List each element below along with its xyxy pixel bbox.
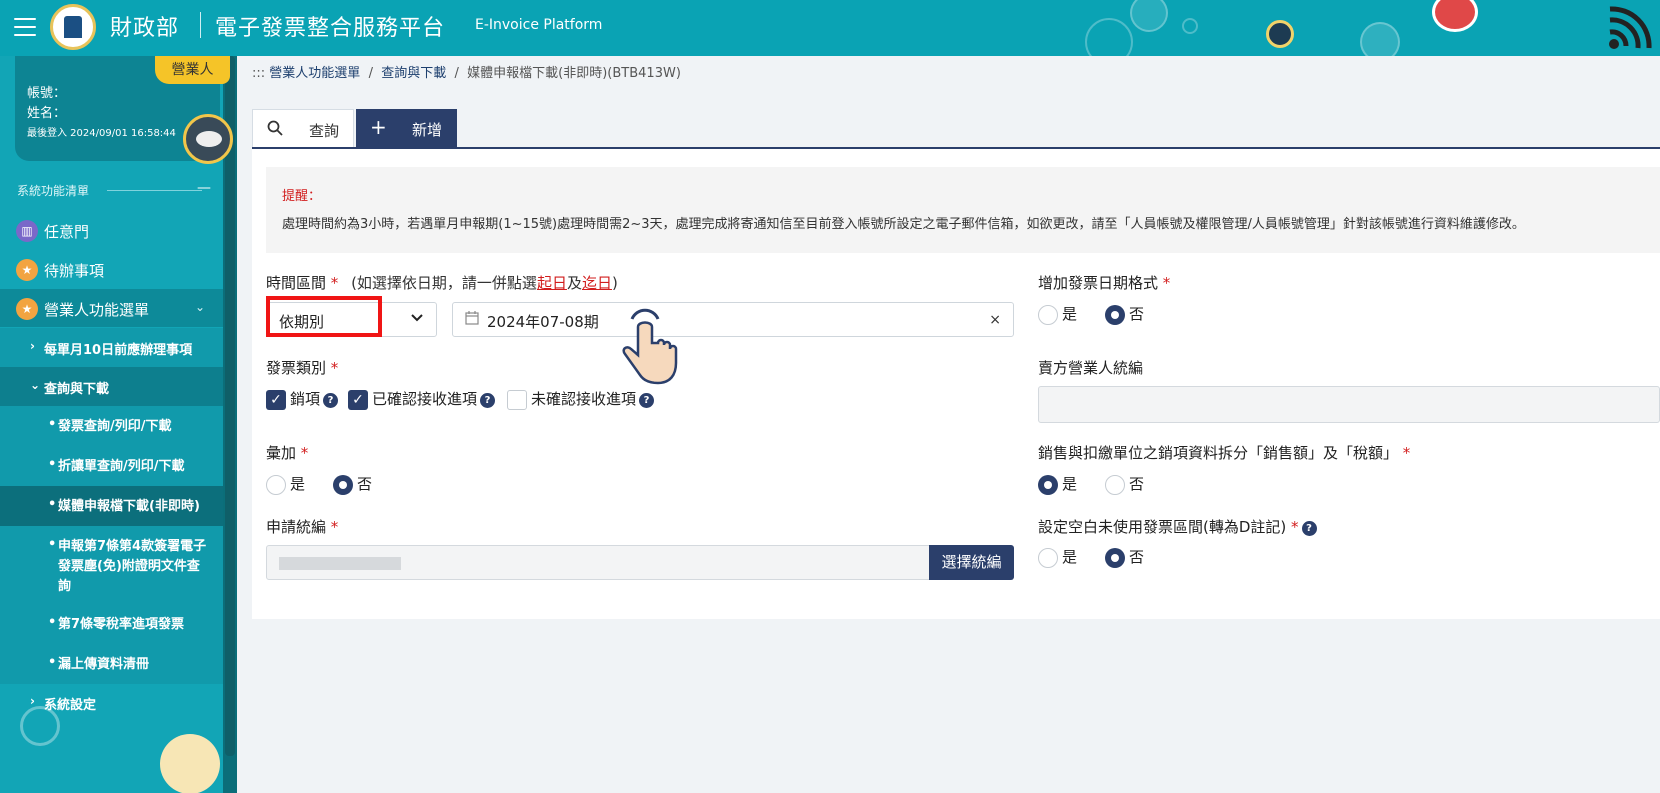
mascot-bottom [160, 734, 220, 793]
add-date-format-label: 增加發票日期格式 * [1038, 274, 1171, 292]
help-icon[interactable]: ? [480, 393, 496, 408]
sidebar-leaf-label: 漏上傳資料清冊 [58, 657, 150, 672]
tab-query[interactable]: 查詢 [252, 109, 354, 147]
org-name: 財政部 [110, 16, 180, 41]
chevron-right-icon: › [30, 339, 35, 353]
checkbox-unchecked-icon[interactable] [507, 390, 527, 410]
wifi-icon [1609, 6, 1652, 49]
sidebar-scrollbar[interactable] [223, 56, 237, 793]
top-header: 財政部 電子發票整合服務平台 E-Invoice Platform [0, 0, 1660, 56]
decor-circle [1130, 0, 1168, 32]
collapse-icon[interactable]: — [197, 180, 211, 196]
select-ban-button[interactable]: 選擇統編 [929, 545, 1014, 580]
decor-circle [1182, 18, 1198, 34]
chevron-down-icon: ⌄ [30, 378, 41, 392]
sidebar-item-portal[interactable]: ▥ 任意門 [0, 211, 223, 249]
user-card: 營業人 帳號： 姓名： 最後登入 2024/09/01 16:58:44 [15, 56, 233, 164]
chevron-down-icon [410, 311, 424, 329]
menu-section-label: 系統功能清單 — [17, 180, 212, 199]
seller-ban-label: 賣方營業人統編 [1038, 359, 1144, 377]
breadcrumb-level1[interactable]: 營業人功能選單 [269, 66, 360, 81]
sidebar-scroll-thumb[interactable] [225, 56, 235, 756]
clear-icon[interactable]: × [989, 312, 1001, 328]
account-label: 帳號： [27, 86, 67, 101]
masked-value [279, 557, 401, 570]
checkbox-checked-icon[interactable]: ✓ [348, 390, 368, 410]
notice-title: 提醒： [282, 189, 322, 204]
sidebar-leaf-label: 申報第7條第4款簽署電子發票塵(免)附證明文件查詢 [58, 539, 207, 594]
split-sales-label: 銷售與扣繳單位之銷項資料拆分「銷售額」及「稅額」 * [1038, 444, 1411, 462]
menu-section-text: 系統功能清單 [17, 184, 90, 198]
seller-ban-input[interactable] [1038, 386, 1660, 423]
checkbox-checked-icon[interactable]: ✓ [266, 390, 286, 410]
help-icon[interactable]: ? [639, 393, 655, 408]
sidebar-leaf-missing-upload[interactable]: • 漏上傳資料清冊 [0, 644, 223, 684]
end-date-link[interactable]: 迄日 [582, 274, 612, 292]
sidebar-leaf-label: 第7條零稅率進項發票 [58, 617, 185, 632]
decor-circle [1360, 22, 1400, 56]
tab-label: 查詢 [309, 122, 340, 140]
star-icon: ★ [16, 259, 38, 281]
ministry-logo[interactable] [50, 4, 96, 50]
map-icon: ▥ [16, 220, 38, 242]
sidebar-leaf-allowance-query[interactable]: • 折讓單查詢/列印/下載 [0, 446, 223, 486]
start-date-link[interactable]: 起日 [537, 274, 567, 292]
role-badge: 營業人 [155, 56, 230, 84]
decor-circle [1085, 18, 1133, 56]
sidebar-leaf-media-download[interactable]: • 媒體申報檔下載(非即時) [0, 486, 223, 526]
sidebar-sub-label: 每單月10日前應辦理事項 [44, 343, 193, 358]
apply-ban-input[interactable] [266, 545, 930, 580]
star-icon: ★ [16, 298, 38, 320]
sidebar-leaf-zero-rate[interactable]: • 第7條零稅率進項發票 [0, 604, 223, 644]
sidebar-leaf-label: 發票查詢/列印/下載 [58, 419, 172, 434]
calendar-icon [465, 311, 479, 329]
notice-text: 處理時間約為3小時，若遇單月申報期(1~15號)處理時間需2~3天，處理完成將寄… [282, 217, 1525, 232]
chevron-down-icon: ⌄ [194, 300, 205, 314]
plus-icon: + [370, 115, 387, 139]
period-date-picker[interactable]: 2024年07-08期 × [452, 302, 1014, 337]
sidebar-leaf-label: 折讓單查詢/列印/下載 [58, 459, 185, 474]
sidebar-sub-label: 查詢與下載 [44, 382, 110, 397]
apply-ban-label: 申請統編 * [266, 518, 339, 536]
title-divider [200, 12, 201, 38]
sidebar-leaf-label: 媒體申報檔下載(非即時) [58, 499, 200, 514]
aggregate-label: 彙加 * [266, 444, 309, 462]
help-icon[interactable]: ? [323, 393, 339, 408]
hamburger-menu-icon[interactable] [14, 18, 36, 36]
sidebar-sub-query-download[interactable]: ⌄ 查詢與下載 [0, 367, 223, 406]
breadcrumb-current: 媒體申報檔下載(非即時)(BTB413W) [467, 66, 681, 81]
blank-unused-label: 設定空白未使用發票區間(轉為D註記) *? [1038, 516, 1317, 537]
section-divider [107, 190, 202, 191]
name-label: 姓名： [27, 106, 67, 121]
sidebar-leaf-article7[interactable]: • 申報第7條第4款簽署電子發票塵(免)附證明文件查詢 [0, 526, 223, 604]
tab-label: 新增 [412, 121, 443, 139]
help-icon[interactable]: ? [1301, 521, 1317, 536]
notice-box: 提醒： 處理時間約為3小時，若遇單月申報期(1~15號)處理時間需2~3天，處理… [266, 167, 1660, 253]
mascot-avatar [183, 114, 233, 164]
coin-icon [1266, 20, 1294, 48]
last-login: 最後登入 2024/09/01 16:58:44 [27, 128, 176, 139]
highlight-box [266, 296, 382, 337]
period-hint: (如選擇依日期，請一併點選起日及迄日) [351, 274, 618, 292]
invoice-type-label: 發票類別 * [266, 359, 339, 377]
pointer-hand-icon [622, 308, 678, 385]
sidebar: 營業人 帳號： 姓名： 最後登入 2024/09/01 16:58:44 系統功… [0, 56, 237, 793]
sidebar-item-label: 營業人功能選單 [44, 301, 150, 319]
sidebar-item-todo[interactable]: ★ 待辦事項 [0, 250, 223, 288]
period-label: 時間區間 * (如選擇依日期，請一併點選起日及迄日) [266, 274, 618, 292]
sidebar-sub-monthly[interactable]: › 每單月10日前應辦理事項 [0, 328, 223, 367]
platform-title-en: E-Invoice Platform [475, 17, 603, 33]
tab-add[interactable]: + 新增 [356, 109, 457, 147]
breadcrumb: ::: 營業人功能選單 / 查詢與下載 / 媒體申報檔下載(非即時)(BTB41… [252, 66, 681, 81]
sidebar-item-label: 待辦事項 [44, 262, 105, 280]
period-date-value: 2024年07-08期 [487, 313, 599, 331]
red-badge-icon [1432, 0, 1478, 32]
platform-title: 電子發票整合服務平台 [215, 16, 446, 41]
breadcrumb-level2[interactable]: 查詢與下載 [381, 66, 446, 81]
decor-circle [20, 706, 60, 746]
sidebar-item-label: 任意門 [44, 223, 90, 241]
sidebar-leaf-invoice-query[interactable]: • 發票查詢/列印/下載 [0, 406, 223, 446]
search-icon [267, 120, 283, 140]
sidebar-item-business-menu[interactable]: ★ 營業人功能選單 ⌄ [0, 289, 223, 327]
